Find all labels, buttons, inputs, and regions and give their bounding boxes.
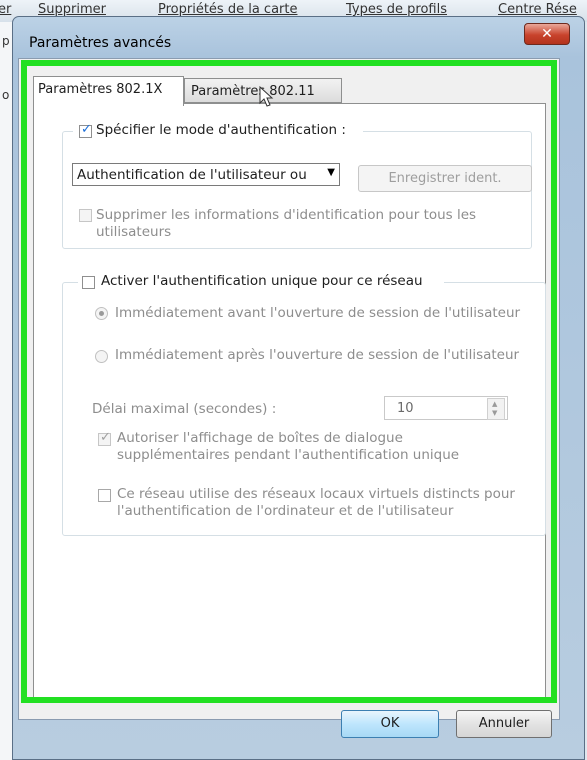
max-delay-stepper[interactable]: 10 ▲ ▼ [384, 396, 508, 420]
checkmark-icon: ✓ [100, 430, 111, 445]
specify-auth-mode-checkbox[interactable]: ✓ [79, 122, 92, 138]
dialog-title: Paramètres avancés [29, 35, 172, 51]
mouse-pointer-icon [259, 86, 274, 107]
enable-sso-label: Activer l'authentification unique pour c… [101, 273, 423, 289]
vlan-label-line1: Ce réseau utilise des réseaux locaux vir… [117, 486, 515, 502]
auth-mode-select-value: Authentification de l'utilisateur ou [77, 167, 307, 183]
allow-dialogs-checkbox[interactable]: ✓ [98, 430, 111, 446]
background-menu-item[interactable]: Types de profils [346, 2, 447, 17]
chevron-down-icon: ▼ [327, 167, 335, 178]
checkmark-icon: ✓ [81, 122, 92, 137]
close-button[interactable]: ✕ [524, 23, 570, 45]
radio-before-logon-label: Immédiatement avant l'ouverture de sessi… [115, 305, 521, 321]
specify-auth-mode-label: Spécifier le mode d'authentification : [96, 122, 346, 138]
delete-credentials-checkbox[interactable] [79, 209, 92, 222]
radio-before-logon[interactable] [95, 307, 108, 320]
background-fragment: o [2, 88, 10, 102]
close-icon: ✕ [541, 26, 553, 42]
radio-after-logon-label: Immédiatement après l'ouverture de sessi… [115, 347, 520, 363]
stepper-up-icon: ▲ [492, 400, 498, 408]
background-fragment: p [2, 34, 10, 48]
background-menu-item[interactable]: Centre Rése [498, 2, 577, 17]
cancel-button[interactable]: Annuler [456, 710, 552, 738]
stepper-down-icon: ▼ [492, 409, 498, 417]
max-delay-label: Délai maximal (secondes) : [92, 401, 277, 417]
tab-802-1x[interactable]: Paramètres 802.1X [33, 76, 184, 106]
background-menu-item[interactable]: Supprimer [38, 2, 106, 17]
auth-mode-select[interactable]: Authentification de l'utilisateur ou ▼ [72, 163, 340, 186]
ok-button[interactable]: OK [341, 710, 439, 738]
vlan-checkbox[interactable] [98, 489, 111, 502]
background-menu-item[interactable]: Propriétés de la carte [158, 2, 297, 17]
background-fragment: er [0, 2, 12, 17]
background-left-strip: p o [0, 22, 12, 760]
enable-sso-checkbox[interactable] [82, 276, 95, 289]
save-credentials-button[interactable]: Enregistrer ident. [358, 165, 532, 192]
stepper-arrows[interactable]: ▲ ▼ [487, 398, 505, 420]
radio-dot [99, 311, 104, 316]
radio-after-logon[interactable] [95, 350, 108, 363]
vlan-label-line2: l'authentification de l'ordinateur et de… [117, 503, 454, 519]
allow-dialogs-label-line2: supplémentaires pendant l'authentificati… [117, 447, 460, 463]
delete-credentials-label-line1: Supprimer les informations d'identificat… [96, 207, 477, 223]
max-delay-value: 10 [397, 401, 414, 416]
delete-credentials-label-line2: utilisateurs [96, 224, 172, 240]
allow-dialogs-label-line1: Autoriser l'affichage de boîtes de dialo… [117, 430, 403, 446]
